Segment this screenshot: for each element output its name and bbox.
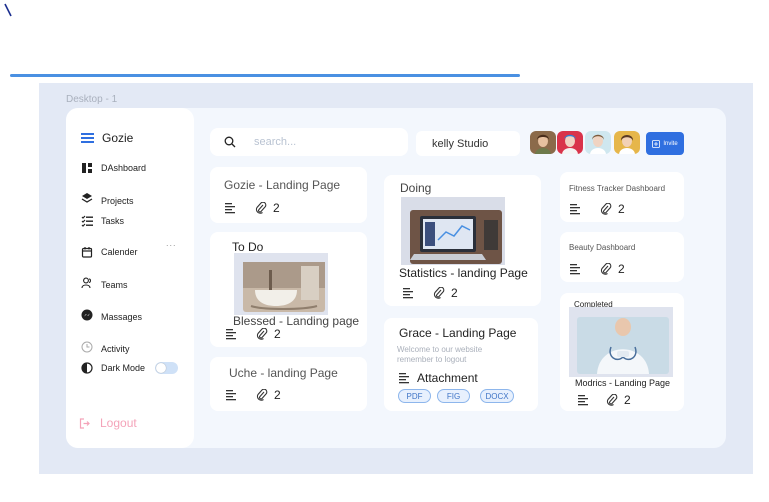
laptop-image (410, 210, 502, 264)
description-icon (570, 204, 580, 215)
messenger-icon (81, 309, 93, 321)
sidebar-item-label: Dark Mode (101, 363, 146, 373)
search-icon (224, 136, 236, 148)
activity-icon (81, 341, 93, 353)
paperclip-icon (600, 263, 612, 275)
attachment-count: 2 (624, 393, 631, 407)
attachment-count: 2 (618, 202, 625, 216)
menu-icon[interactable] (81, 132, 94, 144)
card-meta: 2 (226, 327, 281, 341)
sidebar-item-tasks[interactable]: Tasks (81, 215, 124, 227)
card-meta: 2 (403, 286, 458, 300)
description-line: Welcome to our website (397, 345, 483, 354)
progress-line (10, 74, 520, 77)
description-line: remember to logout (397, 355, 467, 364)
doctor-image (577, 317, 669, 374)
frame-label: Desktop - 1 (66, 94, 118, 105)
dashboard-icon (82, 163, 92, 173)
sidebar-item-activity[interactable]: Activity (81, 340, 130, 354)
sidebar-item-calendar[interactable]: Calender (81, 246, 138, 258)
card-meta: 2 (578, 393, 631, 407)
logout-icon (79, 417, 90, 429)
logout-button[interactable]: Logout (79, 416, 137, 430)
paperclip-icon (433, 287, 445, 299)
add-icon (652, 139, 661, 148)
sidebar-item-label: Massages (101, 312, 143, 322)
attachment-count: 2 (451, 286, 458, 300)
invite-button[interactable]: Invite (646, 132, 684, 155)
attachment-count: 2 (274, 327, 281, 341)
brand-name: Gozie (102, 131, 134, 145)
card-meta: 2 (570, 262, 625, 276)
logout-label: Logout (100, 416, 137, 430)
card-meta: 2 (570, 202, 625, 216)
bathroom-image (243, 262, 325, 312)
sidebar-item-label: Teams (101, 280, 128, 290)
tag-fig[interactable]: FIG (437, 389, 470, 403)
projects-icon (81, 193, 93, 203)
calendar-icon (81, 247, 93, 258)
sidebar-item-label: DAshboard (101, 163, 147, 173)
search-bar[interactable]: search... (210, 128, 408, 156)
teams-icon (81, 277, 91, 289)
dark-mode-icon (81, 362, 93, 374)
sidebar-item-dark-mode: Dark Mode (81, 362, 145, 374)
sidebar-item-label: Activity (101, 344, 130, 354)
attachment-header: Attachment (399, 371, 478, 385)
card-meta: 2 (225, 201, 280, 215)
more-dots[interactable]: ... (166, 238, 177, 248)
paperclip-icon (256, 328, 268, 340)
attachment-label: Attachment (417, 371, 478, 385)
sidebar-item-teams[interactable]: Teams (81, 276, 128, 290)
brand[interactable]: Gozie (81, 131, 133, 145)
card-description: Welcome to our website remember to logou… (397, 345, 482, 365)
sidebar-item-label: Tasks (101, 216, 125, 226)
attachment-count: 2 (618, 262, 625, 276)
sidebar-item-label: Projects (101, 196, 134, 206)
paperclip-icon (606, 394, 618, 406)
paperclip-icon (255, 202, 267, 214)
invite-label: Invite (663, 140, 678, 147)
card-title: Fitness Tracker Dashboard (569, 184, 666, 193)
avatar[interactable] (557, 131, 583, 154)
paperclip-icon (600, 203, 612, 215)
paperclip-icon (256, 389, 268, 401)
avatar[interactable] (585, 131, 611, 154)
card-title: Gozie - Landing Page (224, 178, 341, 192)
description-icon (399, 373, 409, 384)
card-title: Statistics - landing Page (399, 266, 528, 280)
search-input[interactable]: search... (254, 136, 296, 148)
column-heading-doing: Doing (400, 181, 432, 195)
sidebar-item-dashboard[interactable]: DAshboard (81, 162, 146, 174)
card-title: Grace - Landing Page (399, 326, 517, 340)
tasks-icon (81, 215, 93, 227)
workspace-selector[interactable]: kelly Studio (416, 131, 520, 156)
avatar[interactable] (614, 131, 640, 154)
card-title: Modrics - Landing Page (575, 378, 671, 388)
card-title: Uche - landing Page (229, 366, 338, 380)
sidebar-item-projects[interactable]: Projects (81, 190, 134, 206)
sidebar-item-massages[interactable]: Massages (81, 308, 142, 322)
card-meta: 2 (226, 388, 281, 402)
description-icon (225, 203, 235, 214)
card-title: Beauty Dashboard (569, 243, 636, 252)
tag-pdf[interactable]: PDF (398, 389, 431, 403)
slash-mark (4, 3, 12, 17)
description-icon (403, 288, 413, 299)
description-icon (226, 390, 236, 401)
dark-mode-toggle[interactable] (155, 362, 178, 374)
attachment-count: 2 (273, 201, 280, 215)
attachment-count: 2 (274, 388, 281, 402)
description-icon (570, 264, 580, 275)
sidebar-item-label: Calender (101, 247, 138, 257)
column-heading-todo: To Do (232, 240, 264, 254)
description-icon (226, 329, 236, 340)
description-icon (578, 395, 588, 406)
avatar[interactable] (530, 131, 556, 154)
tag-docx[interactable]: DOCX (480, 389, 514, 403)
card-title: Blessed - Landing page (233, 314, 360, 328)
